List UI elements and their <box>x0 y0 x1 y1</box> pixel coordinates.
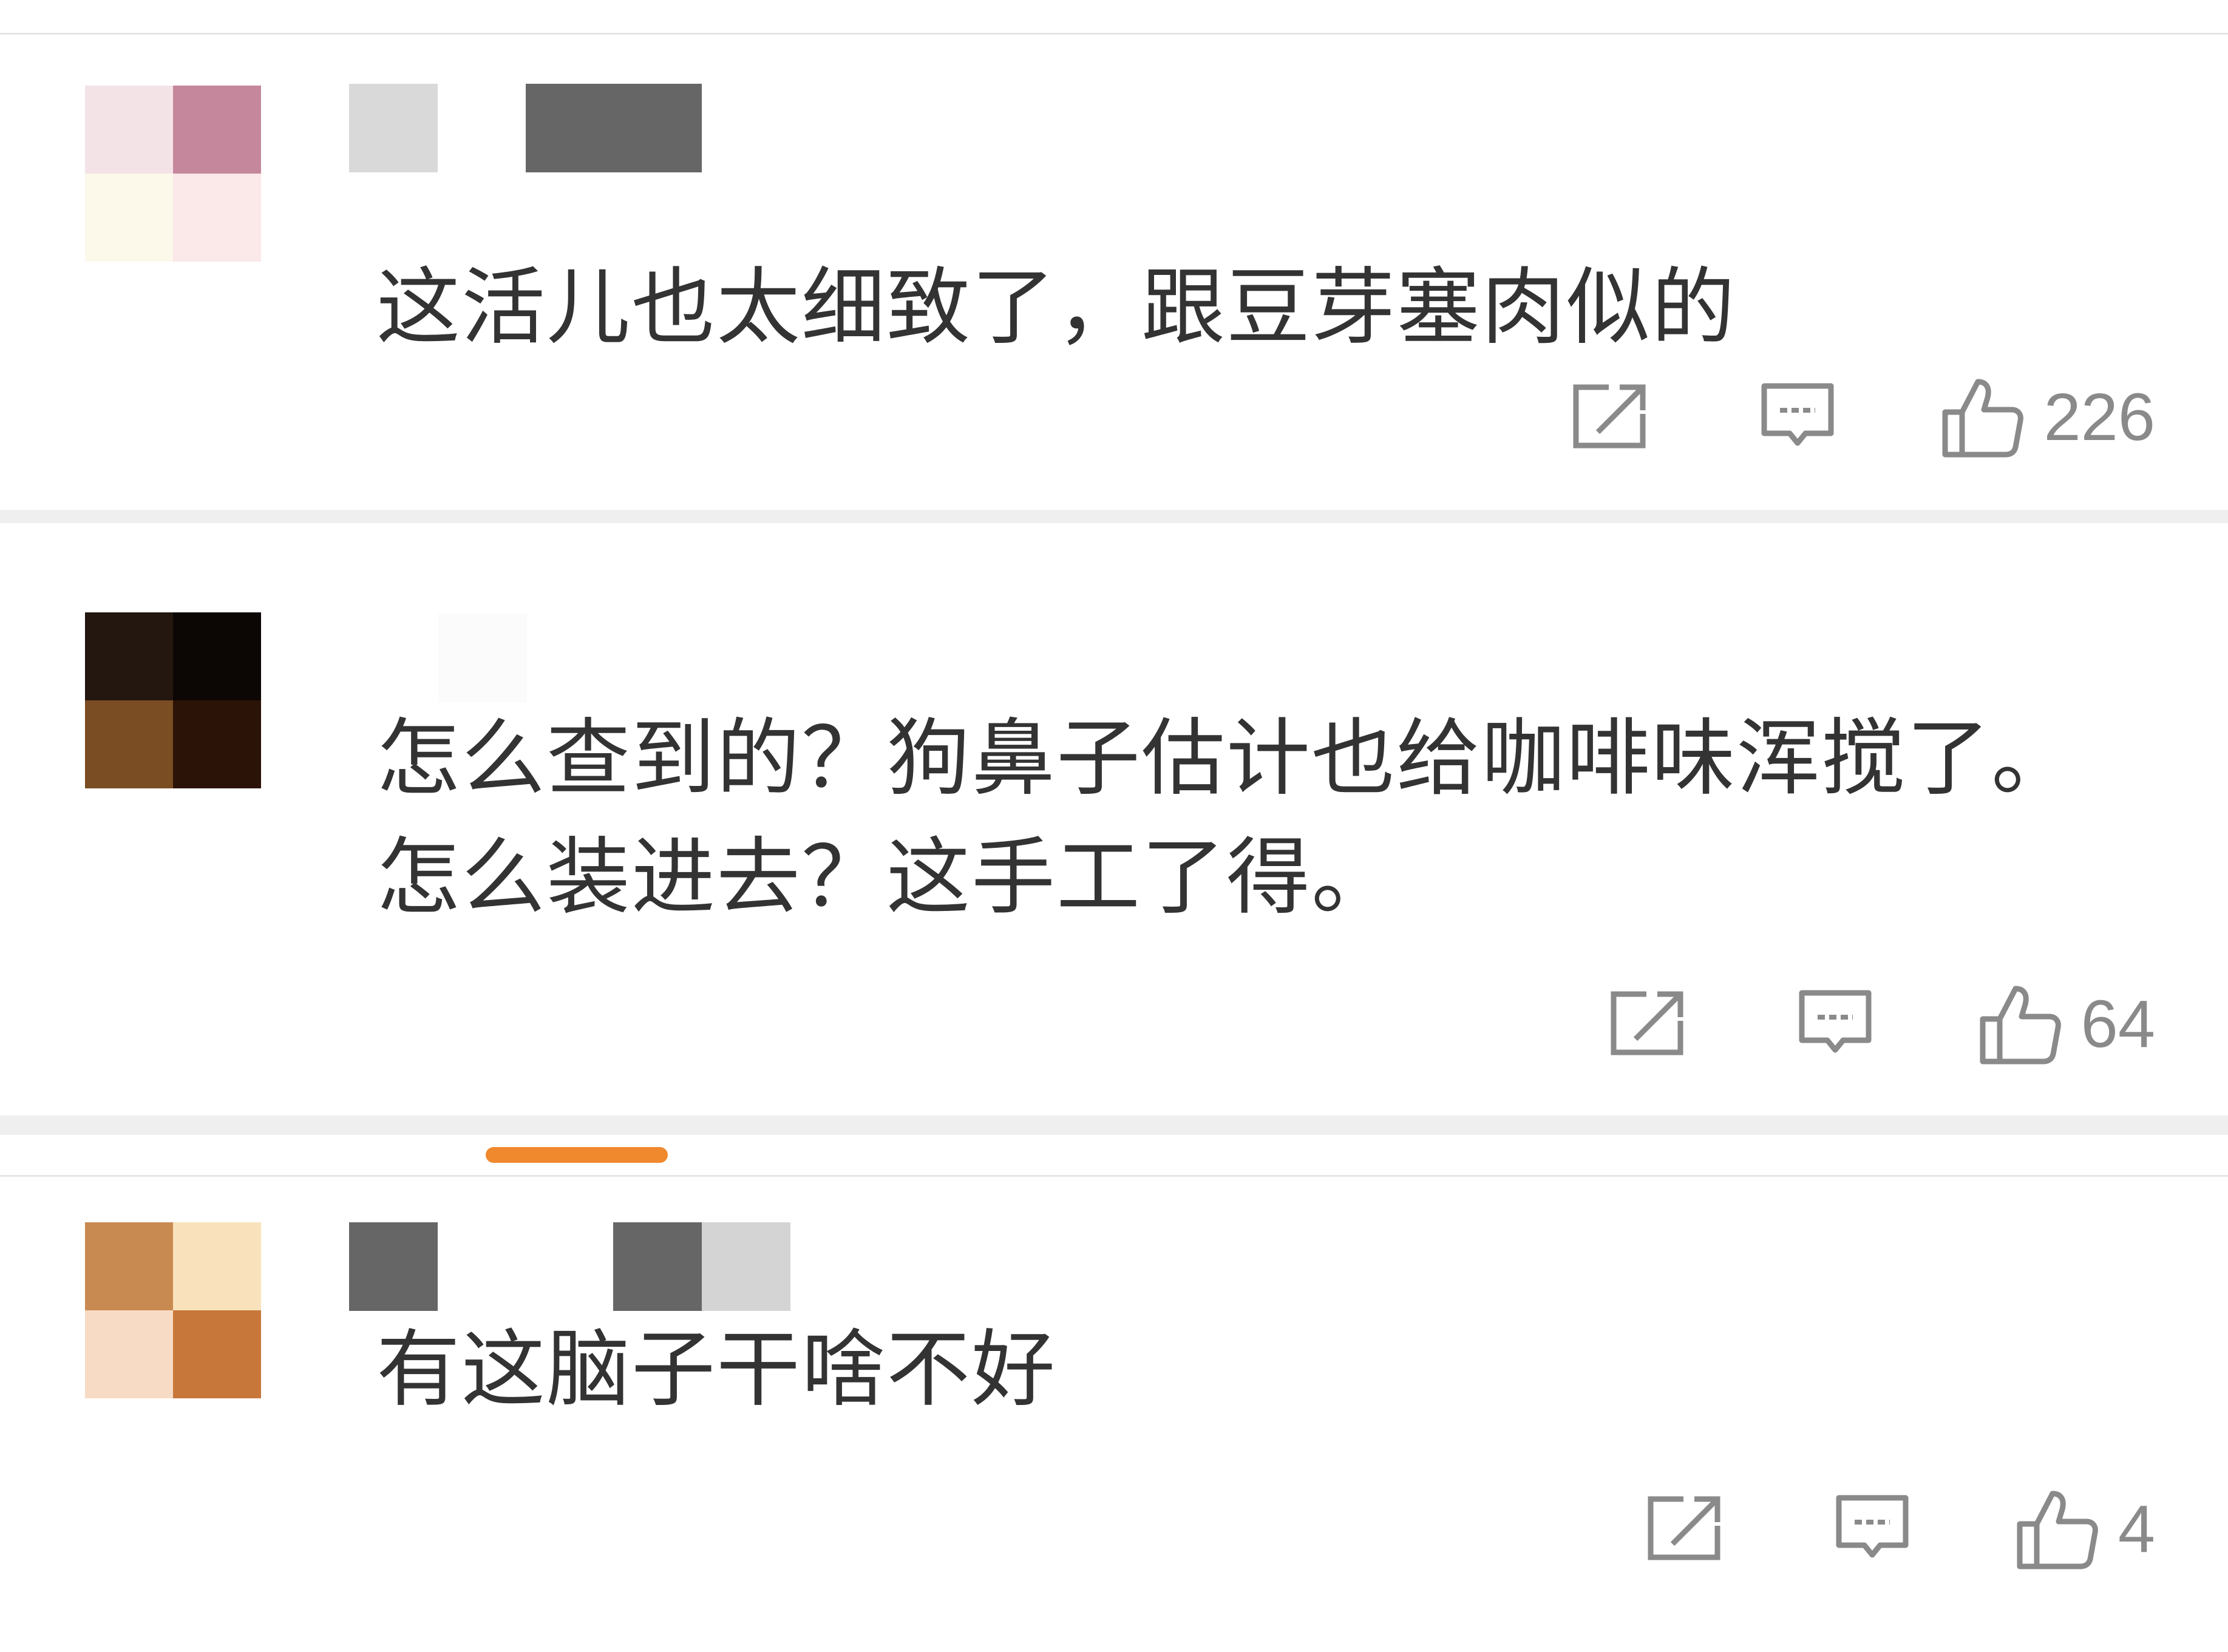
comment-icon <box>1761 383 1834 446</box>
comment-separator <box>0 1115 2228 1135</box>
comment-card-2: 怎么查到的？狗鼻子估计也给咖啡味浑搅了。怎么装进去？这手工了得。 64 <box>0 523 2228 1115</box>
share-button[interactable] <box>1605 981 1690 1066</box>
avatar-pixel <box>173 86 261 174</box>
username-redacted[interactable] <box>702 1222 790 1311</box>
comment-text: 怎么查到的？狗鼻子估计也给咖啡味浑搅了。怎么装进去？这手工了得。 <box>376 709 2077 926</box>
like-count: 226 <box>2043 379 2155 455</box>
avatar-pixel <box>85 700 173 788</box>
comment-text: 有这脑子干啥不好 <box>376 1321 1057 1418</box>
comment-card-3: 有这脑子干啥不好 4 <box>0 1177 2228 1652</box>
username-redacted[interactable] <box>349 1222 438 1311</box>
share-icon <box>1648 1496 1720 1560</box>
like-button[interactable]: 64 <box>1978 981 2155 1066</box>
reply-button[interactable] <box>1755 374 1840 459</box>
share-button[interactable] <box>1567 374 1652 459</box>
avatar-pixel <box>173 1222 261 1310</box>
share-icon <box>1573 384 1646 449</box>
share-button[interactable] <box>1642 1486 1727 1571</box>
avatar-pixel <box>173 174 261 262</box>
avatar-pixel <box>173 612 261 700</box>
share-icon <box>1611 991 1683 1055</box>
avatar[interactable] <box>85 86 261 262</box>
avatar-pixel <box>85 1310 173 1398</box>
avatar-pixel <box>85 86 173 174</box>
reply-button[interactable] <box>1793 981 1878 1066</box>
like-count: 4 <box>2118 1491 2155 1566</box>
comment-actions: 226 <box>1567 371 2155 462</box>
like-button[interactable]: 226 <box>1940 374 2155 459</box>
active-tab-indicator <box>486 1147 668 1163</box>
thumbs-up-icon <box>1980 986 2061 1065</box>
like-button[interactable]: 4 <box>2015 1486 2155 1571</box>
avatar[interactable] <box>85 1222 261 1398</box>
comment-card-1: 这活儿也太细致了，跟豆芽塞肉似的 226 <box>0 35 2228 510</box>
username-redacted[interactable] <box>613 1222 702 1311</box>
username-redacted[interactable] <box>526 84 702 172</box>
avatar[interactable] <box>85 612 261 788</box>
comment-separator <box>0 510 2228 523</box>
comment-icon <box>1836 1495 1909 1558</box>
comment-text: 这活儿也太细致了，跟豆芽塞肉似的 <box>376 259 1737 356</box>
comment-icon <box>1799 990 1872 1053</box>
avatar-pixel <box>85 174 173 262</box>
username-redacted[interactable] <box>438 614 527 702</box>
comment-actions: 4 <box>1642 1483 2155 1574</box>
avatar-pixel <box>173 700 261 788</box>
avatar-pixel <box>173 1310 261 1398</box>
username-redacted[interactable] <box>349 84 438 172</box>
like-count: 64 <box>2080 986 2155 1061</box>
thumbs-up-icon <box>1942 379 2024 458</box>
comment-actions: 64 <box>1605 978 2155 1069</box>
avatar-pixel <box>85 1222 173 1310</box>
thumbs-up-icon <box>2017 1491 2098 1569</box>
avatar-pixel <box>85 612 173 700</box>
reply-button[interactable] <box>1830 1486 1915 1571</box>
